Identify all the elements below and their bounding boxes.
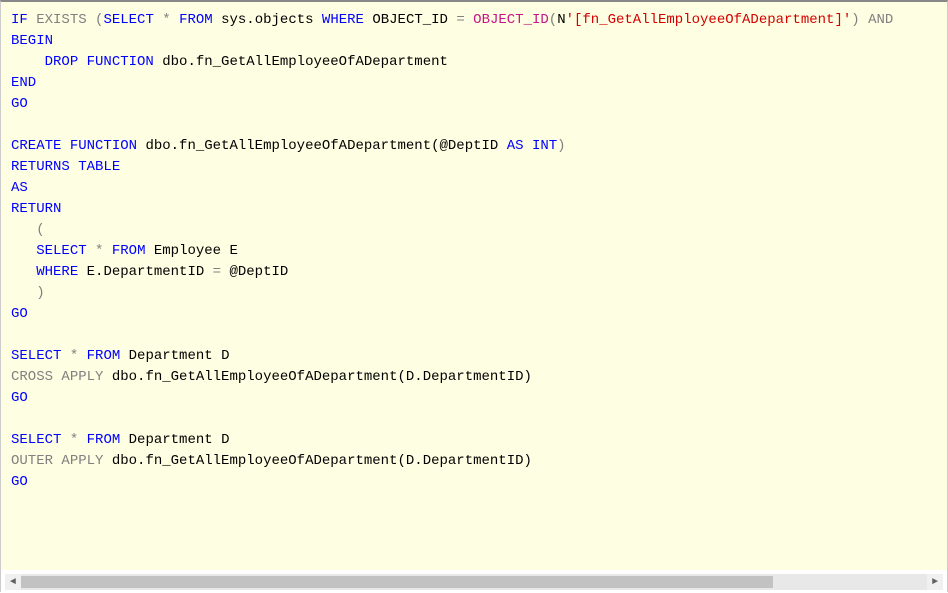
code-line: END — [11, 75, 36, 91]
code-line: GO — [11, 306, 28, 322]
code-line: OUTER APPLY dbo.fn_GetAllEmployeeOfADepa… — [11, 453, 532, 469]
code-line: GO — [11, 474, 28, 490]
code-line: AS — [11, 180, 28, 196]
scroll-left-icon[interactable]: ◄ — [5, 574, 21, 590]
scroll-right-icon[interactable]: ► — [927, 574, 943, 590]
sql-code-editor[interactable]: IF EXISTS (SELECT * FROM sys.objects WHE… — [1, 2, 947, 570]
code-line: SELECT * FROM Department D — [11, 348, 229, 364]
code-line: GO — [11, 96, 28, 112]
horizontal-scrollbar[interactable]: ◄ ► — [5, 574, 943, 590]
code-line: WHERE E.DepartmentID = @DeptID — [11, 264, 288, 280]
code-line: RETURN — [11, 201, 61, 217]
code-line: SELECT * FROM Department D — [11, 432, 229, 448]
code-line: DROP FUNCTION dbo.fn_GetAllEmployeeOfADe… — [11, 54, 448, 70]
code-line: GO — [11, 390, 28, 406]
code-line: CROSS APPLY dbo.fn_GetAllEmployeeOfADepa… — [11, 369, 532, 385]
code-line: ) — [11, 285, 45, 301]
code-line: CREATE FUNCTION dbo.fn_GetAllEmployeeOfA… — [11, 138, 566, 154]
scrollbar-thumb[interactable] — [21, 576, 773, 588]
scrollbar-track[interactable] — [21, 574, 927, 590]
code-line: BEGIN — [11, 33, 53, 49]
code-line: IF EXISTS (SELECT * FROM sys.objects WHE… — [11, 12, 893, 28]
code-line: SELECT * FROM Employee E — [11, 243, 238, 259]
code-line: ( — [11, 222, 45, 238]
code-line: RETURNS TABLE — [11, 159, 120, 175]
